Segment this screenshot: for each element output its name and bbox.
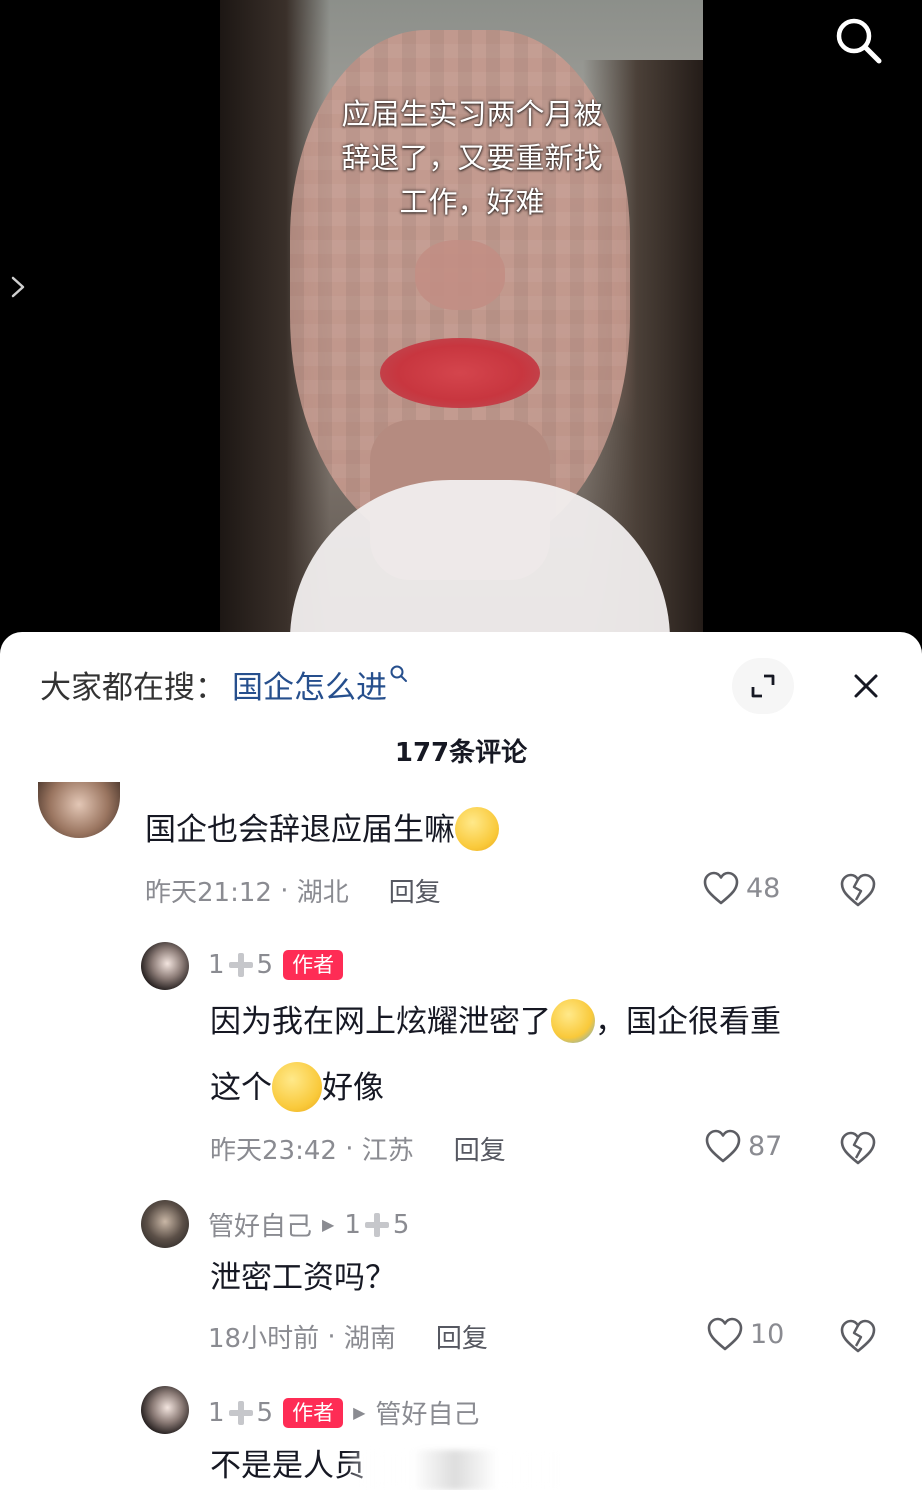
comment-meta: 18小时前 · 湖南 回复 bbox=[208, 1318, 488, 1355]
commenter-name-part: 5 bbox=[256, 1397, 274, 1428]
comment-meta: 昨天23:42 · 江苏 回复 bbox=[210, 1130, 506, 1167]
reply-button[interactable]: 回复 bbox=[436, 1318, 488, 1355]
plus-icon bbox=[227, 951, 255, 979]
reply-to-name-part: 1 bbox=[344, 1209, 361, 1240]
close-icon bbox=[854, 674, 878, 698]
comment-sheet: 大家都在搜： 国企怎么进 177条评论 国企也会辞退应届生嘛 昨天21:12 ·… bbox=[0, 632, 922, 1490]
comment-text: 泄密工资吗？ bbox=[210, 1260, 396, 1296]
comment-text-part: 这个 bbox=[210, 1070, 272, 1106]
video-lips bbox=[380, 338, 540, 408]
comment-text: 国企也会辞退应届生嘛 bbox=[145, 798, 499, 862]
commenter-name-row[interactable]: 1 5 作者 ▶ 管好自己 bbox=[208, 1394, 479, 1431]
commenter-name-part: 1 bbox=[208, 950, 225, 980]
chevron-right-icon[interactable] bbox=[6, 270, 30, 304]
commenter-name-row[interactable]: 1 5 作者 bbox=[208, 950, 344, 980]
comment-text-part: 因为我在网上炫耀泄密了 bbox=[210, 1004, 551, 1040]
search-icon[interactable] bbox=[832, 14, 884, 66]
commenter-name: 管好自己 bbox=[208, 1212, 313, 1242]
suggestion-term-link[interactable]: 国企怎么进 bbox=[232, 662, 387, 707]
commenter-name-part: 1 bbox=[208, 1397, 225, 1428]
comment-count: 177条评论 bbox=[394, 738, 528, 768]
comment-time: 昨天23:42 bbox=[210, 1136, 337, 1166]
heart-outline-icon bbox=[703, 871, 739, 905]
plus-icon bbox=[227, 1399, 255, 1427]
close-button[interactable] bbox=[836, 658, 896, 714]
comment-meta: 昨天21:12 · 湖北 回复 bbox=[145, 872, 441, 909]
obscured-text bbox=[350, 1450, 560, 1490]
like-count: 48 bbox=[746, 872, 781, 904]
comment-location: 湖南 bbox=[343, 1324, 396, 1354]
reply-to-name: 管好自己 bbox=[375, 1400, 480, 1430]
broken-heart-icon[interactable] bbox=[838, 870, 878, 910]
comment-text-content: 国企也会辞退应届生嘛 bbox=[145, 812, 455, 848]
like-button[interactable]: 48 bbox=[702, 870, 780, 906]
video-caption: 应届生实习两个月被 辞退了，又要重新找 工作，好难 bbox=[341, 97, 603, 219]
video-nose bbox=[415, 240, 505, 310]
author-badge: 作者 bbox=[283, 1397, 344, 1428]
commenter-name-row[interactable]: 管好自己 ▶ 1 5 bbox=[208, 1206, 409, 1243]
author-badge: 作者 bbox=[283, 950, 344, 980]
expand-icon bbox=[751, 674, 775, 698]
avatar[interactable] bbox=[141, 1386, 189, 1434]
comment-text-part: 好像 bbox=[322, 1070, 384, 1106]
comment-text: 因为我在网上炫耀泄密了 ，国企很看重 bbox=[210, 990, 781, 1054]
heart-outline-icon bbox=[707, 1317, 743, 1351]
avatar[interactable] bbox=[141, 942, 189, 990]
broken-heart-icon[interactable] bbox=[838, 1128, 878, 1168]
comment-location: 江苏 bbox=[361, 1136, 414, 1166]
heart-outline-icon bbox=[705, 1129, 741, 1163]
comment-text: 不是是人员 bbox=[210, 1448, 365, 1484]
search-suggestion[interactable]: 大家都在搜： 国企怎么进 bbox=[40, 662, 409, 706]
crying-face-emoji-icon bbox=[551, 998, 595, 1043]
comment-text-part: ，国企很看重 bbox=[595, 1004, 781, 1040]
like-button[interactable]: 10 bbox=[706, 1316, 784, 1352]
broken-heart-icon[interactable] bbox=[838, 1316, 878, 1356]
comment-text-line2: 这个 好像 bbox=[210, 1056, 384, 1120]
reply-button[interactable]: 回复 bbox=[389, 872, 441, 909]
suggestion-prefix: 大家都在搜： bbox=[40, 669, 226, 706]
avatar[interactable] bbox=[38, 782, 120, 838]
expand-button[interactable] bbox=[732, 658, 794, 714]
search-icon bbox=[390, 665, 407, 682]
plus-icon bbox=[363, 1211, 391, 1239]
comment-time: 昨天21:12 bbox=[145, 878, 272, 908]
smiling-face-emoji-icon bbox=[272, 1061, 322, 1112]
commenter-name-part: 5 bbox=[256, 950, 274, 980]
video-player[interactable]: 应届生实习两个月被 辞退了，又要重新找 工作，好难 bbox=[0, 0, 922, 660]
comment-time: 18小时前 bbox=[208, 1324, 320, 1354]
reply-arrow-icon: ▶ bbox=[353, 1403, 366, 1422]
reply-arrow-icon: ▶ bbox=[322, 1215, 335, 1234]
like-button[interactable]: 87 bbox=[704, 1128, 782, 1164]
like-count: 10 bbox=[750, 1318, 785, 1350]
drooling-face-emoji-icon bbox=[455, 806, 499, 851]
comment-location: 湖北 bbox=[296, 878, 349, 908]
reply-button[interactable]: 回复 bbox=[454, 1130, 506, 1167]
reply-to-name-part: 5 bbox=[392, 1209, 410, 1240]
avatar[interactable] bbox=[141, 1200, 189, 1248]
like-count: 87 bbox=[748, 1130, 783, 1162]
